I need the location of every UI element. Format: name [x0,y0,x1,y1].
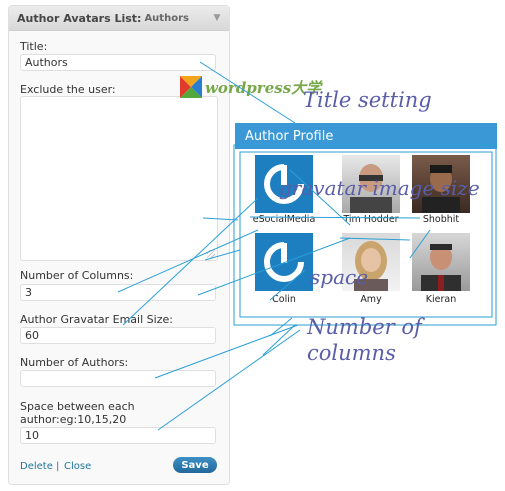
widget-subtitle: Authors [144,12,189,24]
annotation-number-line1: Number of [307,315,422,339]
wordpress-logo-icon [180,76,202,98]
gravatar-size-input[interactable]: 60 [20,327,216,344]
exclude-label: Exclude the user: [20,83,116,96]
avatar-label-tim-hodder[interactable]: Tim Hodder [331,214,411,225]
author-profile-header: Author Profile [235,123,497,149]
authors-count-label: Number of Authors: [20,356,129,369]
gravatar-icon [264,242,304,282]
widget-header[interactable]: Author Avatars List: Authors ▼ [9,6,229,31]
wordpress-logo: wordpress大学 [180,76,321,98]
avatar-kieran[interactable] [412,233,470,291]
space-label-line2: author:eg:10,15,20 [20,413,127,426]
avatar-label-kieran[interactable]: Kieran [401,294,481,305]
save-button[interactable]: Save [173,457,217,473]
close-link[interactable]: Close [64,461,91,472]
exclude-textarea[interactable] [20,96,218,261]
gravatar-size-label: Author Gravatar Email Size: [20,313,173,326]
title-input[interactable]: Authors [20,54,216,71]
columns-label: Number of Columns: [20,269,134,282]
annotation-title-setting: Title setting [303,88,432,112]
delete-link[interactable]: Delete [20,461,53,472]
widget-title: Author Avatars List: [17,11,142,25]
annotation-number-line2: columns [307,341,396,365]
columns-input[interactable]: 3 [20,284,216,301]
avatar-label-colin[interactable]: Colin [244,294,324,305]
annotation-gravatar-size: gravatar image size [279,176,480,200]
space-label-line1: Space between each [20,400,135,413]
space-input[interactable]: 10 [20,427,216,444]
authors-pointer-line [262,324,296,356]
collapse-arrow-icon[interactable]: ▼ [205,6,229,30]
link-separator: | [56,461,60,472]
annotation-space: space [310,265,369,289]
avatar-label-amy[interactable]: Amy [331,294,411,305]
avatar-label-shobhit[interactable]: Shobhit [401,214,481,225]
authors-count-input[interactable] [20,370,216,387]
resize-grip-icon[interactable] [207,250,215,258]
avatar-label-esocialmedia[interactable]: eSocialMedia [244,214,324,225]
avatar-colin[interactable] [255,233,313,291]
person-photo-icon [421,244,461,291]
title-label: Title: [20,40,48,53]
